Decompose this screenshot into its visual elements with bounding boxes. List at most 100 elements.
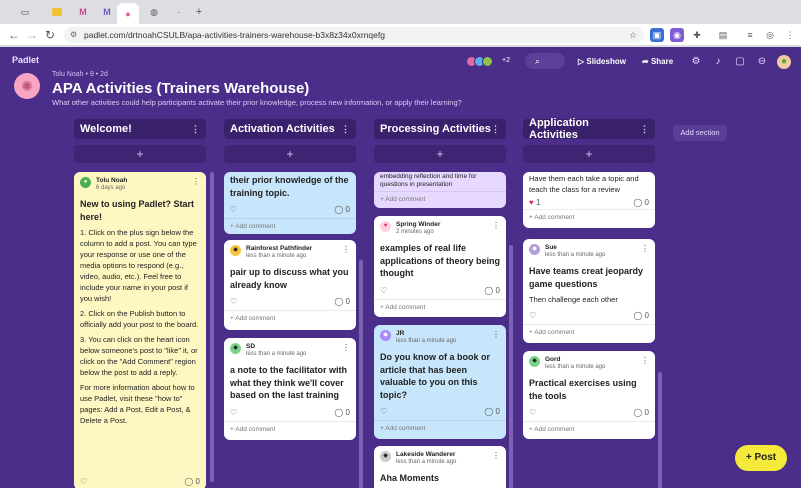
reload-icon[interactable]: ↻ bbox=[45, 28, 55, 42]
settings-gear-icon[interactable]: ⚙ bbox=[689, 55, 703, 69]
back-icon[interactable]: ← bbox=[8, 28, 20, 42]
comment-count[interactable]: ◯ 0 bbox=[334, 205, 350, 214]
new-post-button[interactable]: + Post bbox=[735, 445, 787, 471]
post-card[interactable]: their prior knowledge of the training to… bbox=[224, 172, 356, 234]
remake-icon[interactable]: ▢ bbox=[733, 55, 747, 69]
heart-icon[interactable]: ♥ 1 bbox=[529, 198, 540, 207]
extension-icon[interactable]: ◉ bbox=[670, 28, 684, 42]
collaborator-avatars[interactable]: +2 bbox=[466, 56, 513, 67]
add-post-plus-button[interactable]: + bbox=[523, 145, 655, 163]
post-card[interactable]: ● Tolu Noah 6 days ago ⋮ New to using Padle… bbox=[74, 172, 206, 488]
comment-count-value: 0 bbox=[644, 198, 649, 207]
add-comment[interactable]: + Add comment bbox=[374, 298, 506, 315]
browser-tab[interactable]: M bbox=[72, 4, 94, 20]
comment-count[interactable]: ◯ 0 bbox=[633, 311, 649, 320]
add-section-button[interactable]: Add section bbox=[673, 125, 727, 141]
comment-count[interactable]: ◯ 0 bbox=[334, 297, 350, 306]
post-card[interactable]: ◆ JR less than a minute ago ⋮ Do you know o… bbox=[374, 325, 506, 439]
more-icon[interactable]: ⊖ bbox=[755, 55, 769, 69]
column-scrollbar[interactable] bbox=[509, 245, 513, 488]
search-icon: ⌕ bbox=[535, 56, 541, 66]
reading-list-icon[interactable]: ≡ bbox=[743, 28, 757, 42]
comment-count[interactable]: ◯ 0 bbox=[184, 477, 200, 486]
comment-count[interactable]: ◯ 0 bbox=[633, 198, 649, 207]
extension-icon[interactable]: ▣ bbox=[650, 28, 664, 42]
tab-search-icon[interactable]: ▤ bbox=[716, 28, 730, 42]
column-scrollbar[interactable] bbox=[210, 172, 214, 482]
profile-icon[interactable]: ◎ bbox=[763, 28, 777, 42]
post-card[interactable]: ◆ Rainforest Pathfinder less than a minute… bbox=[224, 240, 356, 330]
new-tab-icon[interactable]: + bbox=[188, 4, 210, 20]
heart-icon[interactable]: ♡ bbox=[80, 477, 87, 486]
slideshow-label: Slideshow bbox=[586, 57, 626, 66]
post-menu-icon[interactable]: ⋮ bbox=[492, 451, 500, 460]
heart-icon[interactable]: ♡ bbox=[529, 311, 536, 320]
user-avatar[interactable]: ● bbox=[777, 55, 791, 69]
post-menu-icon[interactable]: ⋮ bbox=[342, 245, 350, 254]
add-comment[interactable]: + Add comment bbox=[374, 191, 506, 207]
heart-icon[interactable]: ♡ bbox=[529, 408, 536, 417]
post-menu-icon[interactable]: ⋮ bbox=[342, 343, 350, 352]
heart-icon[interactable]: ♡ bbox=[380, 286, 387, 295]
post-menu-icon[interactable]: ⋮ bbox=[641, 244, 649, 253]
heart-icon[interactable]: ♡ bbox=[380, 407, 387, 416]
post-time: less than a minute ago bbox=[545, 252, 606, 258]
browser-tab-active[interactable]: ● bbox=[117, 3, 139, 24]
post-card[interactable]: ◆ SD less than a minute ago ⋮ a note to the… bbox=[224, 338, 356, 440]
comment-count[interactable]: ◯ 0 bbox=[633, 408, 649, 417]
browser-tab[interactable]: ▭ bbox=[14, 4, 36, 20]
post-card[interactable]: ◆ Lakeside Wanderer less than a minute ago… bbox=[374, 446, 506, 488]
slideshow-button[interactable]: ▷ Slideshow bbox=[578, 55, 626, 69]
add-post-plus-button[interactable]: + bbox=[224, 145, 356, 163]
post-card[interactable]: ◆ Gord less than a minute ago ⋮ Practical e… bbox=[523, 351, 655, 439]
add-comment[interactable]: + Add comment bbox=[523, 421, 655, 437]
comment-count-value: 0 bbox=[495, 285, 500, 295]
column-menu-icon[interactable]: ⋮ bbox=[640, 124, 649, 135]
post-menu-icon[interactable]: ⋮ bbox=[641, 356, 649, 365]
heart-icon[interactable]: ♡ bbox=[230, 297, 237, 306]
board-description: What other activities could help partici… bbox=[52, 98, 462, 107]
padlet-logo[interactable]: Padlet bbox=[12, 55, 39, 65]
column-menu-icon[interactable]: ⋮ bbox=[341, 124, 350, 135]
post-menu-icon[interactable]: ⋮ bbox=[492, 330, 500, 339]
comment-count[interactable]: ◯ 0 bbox=[484, 407, 500, 416]
share-button[interactable]: ➦ Share bbox=[642, 55, 673, 69]
column-menu-icon[interactable]: ⋮ bbox=[191, 124, 200, 135]
add-comment[interactable]: + Add comment bbox=[224, 310, 356, 326]
notifications-bell-icon[interactable]: ♪ bbox=[711, 55, 725, 69]
browser-tab[interactable]: ◍ bbox=[143, 4, 165, 20]
comment-count[interactable]: ◯ 0 bbox=[484, 286, 500, 295]
search-button[interactable]: ⌕ bbox=[525, 53, 565, 69]
column-menu-icon[interactable]: ⋮ bbox=[491, 124, 500, 135]
heart-icon[interactable]: ♡ bbox=[230, 205, 237, 214]
site-info-icon[interactable]: ⚙ bbox=[70, 27, 77, 43]
post-menu-icon[interactable]: ⋮ bbox=[492, 221, 500, 230]
heart-icon[interactable]: ♡ bbox=[230, 408, 237, 417]
browser-tab[interactable]: M bbox=[96, 4, 118, 20]
post-card[interactable]: ♥ Spring Winder 2 minutes ago ⋮ examples of… bbox=[374, 216, 506, 317]
column-scrollbar[interactable] bbox=[359, 260, 363, 488]
post-menu-icon[interactable]: ⋮ bbox=[192, 177, 200, 186]
add-post-plus-button[interactable]: + bbox=[374, 145, 506, 163]
post-card[interactable]: ◆ Sue less than a minute ago ⋮ Have teams c… bbox=[523, 239, 655, 343]
post-card[interactable]: Have them each take a topic and teach th… bbox=[523, 172, 655, 228]
add-comment[interactable]: + Add comment bbox=[374, 420, 506, 436]
browser-tab[interactable] bbox=[46, 4, 68, 20]
column-scrollbar[interactable] bbox=[658, 372, 662, 488]
add-comment[interactable]: + Add comment bbox=[224, 420, 356, 437]
browser-menu-icon[interactable]: ⋮ bbox=[783, 28, 797, 42]
add-comment[interactable]: + Add comment bbox=[224, 218, 356, 234]
post-card[interactable]: embedding reflection and time for questi… bbox=[374, 172, 506, 208]
forward-icon[interactable]: → bbox=[26, 28, 38, 42]
post-body: 2. Click on the Publish button to offici… bbox=[80, 309, 199, 329]
brain-icon: ✺ bbox=[14, 73, 40, 99]
extensions-puzzle-icon[interactable]: ✚ bbox=[690, 28, 704, 42]
comment-count[interactable]: ◯ 0 bbox=[334, 408, 350, 417]
post-title: their prior knowledge of the training to… bbox=[230, 175, 349, 198]
address-bar[interactable]: ⚙ padlet.com/drtnoahCSULB/apa-activities… bbox=[64, 27, 644, 43]
add-post-plus-button[interactable]: + bbox=[74, 145, 206, 163]
add-comment[interactable]: + Add comment bbox=[523, 209, 655, 225]
browser-tab[interactable]: · bbox=[168, 4, 190, 20]
bookmark-star-icon[interactable]: ☆ bbox=[626, 28, 640, 42]
add-comment[interactable]: + Add comment bbox=[523, 324, 655, 340]
